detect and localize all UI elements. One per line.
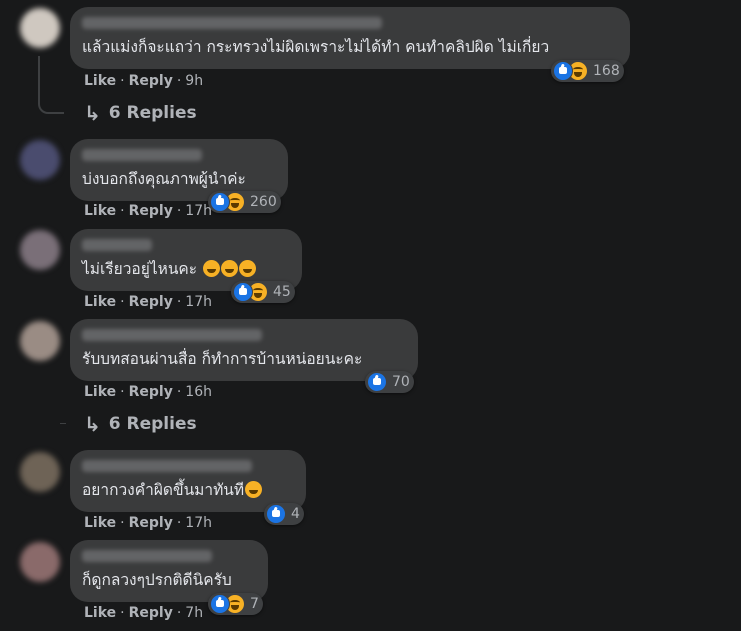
comment-text: อยากวงคำผิดขึ้นมาทันที: [82, 480, 294, 500]
thread-connector: [60, 423, 66, 424]
rofl-emoji-icon: [239, 260, 257, 277]
thread-connector: [38, 56, 64, 114]
reply-arrow-icon: ↳: [84, 412, 101, 436]
like-icon: [367, 372, 387, 392]
comment-text: แล้วแม่งก็จะแถว่า กระทรวงไม่ผิดเพราะไม่ไ…: [82, 38, 550, 56]
reaction-summary[interactable]: 260: [208, 191, 281, 213]
avatar[interactable]: [20, 321, 60, 361]
reaction-count: 45: [273, 284, 291, 300]
comment-time[interactable]: 17h: [185, 515, 212, 531]
avatar[interactable]: [20, 230, 60, 270]
reply-link[interactable]: Reply: [129, 203, 173, 219]
like-icon: [210, 192, 230, 212]
comment-text: บ่งบอกถึงคุณภาพผู้นำค่ะ: [82, 170, 246, 188]
comment-meta: Like · Reply · 17h: [84, 515, 212, 531]
comment-text: ไม่เรียวอยู่ไหนคะ: [82, 259, 290, 279]
reaction-count: 168: [593, 63, 620, 79]
comment-time[interactable]: 9h: [185, 73, 203, 89]
view-replies-button[interactable]: ↳ 6 Replies: [84, 412, 197, 436]
comment-meta: Like · Reply · 9h: [84, 73, 204, 89]
like-link[interactable]: Like: [84, 384, 116, 400]
like-link[interactable]: Like: [84, 203, 116, 219]
reply-arrow-icon: ↳: [84, 101, 101, 125]
comment-meta: Like · Reply · 7h: [84, 605, 204, 621]
reply-link[interactable]: Reply: [129, 73, 173, 89]
like-link[interactable]: Like: [84, 294, 116, 310]
comment-meta: Like · Reply · 17h: [84, 203, 212, 219]
avatar[interactable]: [20, 452, 60, 492]
grimacing-emoji-icon: [245, 481, 263, 498]
reaction-count: 4: [291, 506, 300, 522]
reply-link[interactable]: Reply: [129, 384, 173, 400]
author-name[interactable]: [82, 460, 252, 472]
avatar[interactable]: [20, 8, 60, 48]
rofl-emoji-icon: [203, 260, 221, 277]
author-name[interactable]: [82, 239, 152, 251]
rofl-emoji-icon: [221, 260, 239, 277]
avatar[interactable]: [20, 140, 60, 180]
author-name[interactable]: [82, 329, 262, 341]
reaction-summary[interactable]: 4: [264, 503, 304, 525]
author-name[interactable]: [82, 17, 382, 29]
reaction-summary[interactable]: 45: [231, 281, 295, 303]
reaction-summary[interactable]: 168: [551, 60, 624, 82]
comment-time[interactable]: 17h: [185, 203, 212, 219]
reply-link[interactable]: Reply: [129, 515, 173, 531]
like-icon: [210, 594, 230, 614]
comment-text: ก็ดูกลวงๆปรกติดีนิครับ: [82, 571, 232, 589]
like-icon: [553, 61, 573, 81]
comment-time[interactable]: 17h: [185, 294, 212, 310]
reaction-summary[interactable]: 7: [208, 593, 263, 615]
comment-time[interactable]: 7h: [185, 605, 203, 621]
comment-time[interactable]: 16h: [185, 384, 212, 400]
view-replies-button[interactable]: ↳ 6 Replies: [84, 101, 197, 125]
like-link[interactable]: Like: [84, 515, 116, 531]
author-name[interactable]: [82, 550, 212, 562]
like-icon: [233, 282, 253, 302]
like-link[interactable]: Like: [84, 605, 116, 621]
comment-meta: Like · Reply · 17h: [84, 294, 212, 310]
comment-bubble: แล้วแม่งก็จะแถว่า กระทรวงไม่ผิดเพราะไม่ไ…: [70, 7, 630, 69]
reaction-count: 70: [392, 374, 410, 390]
avatar[interactable]: [20, 542, 60, 582]
reply-link[interactable]: Reply: [129, 294, 173, 310]
reply-link[interactable]: Reply: [129, 605, 173, 621]
reaction-count: 7: [250, 596, 259, 612]
comment-text: รับบทสอนผ่านสื่อ ก็ทำการบ้านหน่อยนะคะ: [82, 350, 363, 368]
comment-meta: Like · Reply · 16h: [84, 384, 212, 400]
like-icon: [266, 504, 286, 524]
reaction-count: 260: [250, 194, 277, 210]
reaction-summary[interactable]: 70: [365, 371, 414, 393]
comment-bubble: รับบทสอนผ่านสื่อ ก็ทำการบ้านหน่อยนะคะ: [70, 319, 418, 381]
author-name[interactable]: [82, 149, 202, 161]
like-link[interactable]: Like: [84, 73, 116, 89]
